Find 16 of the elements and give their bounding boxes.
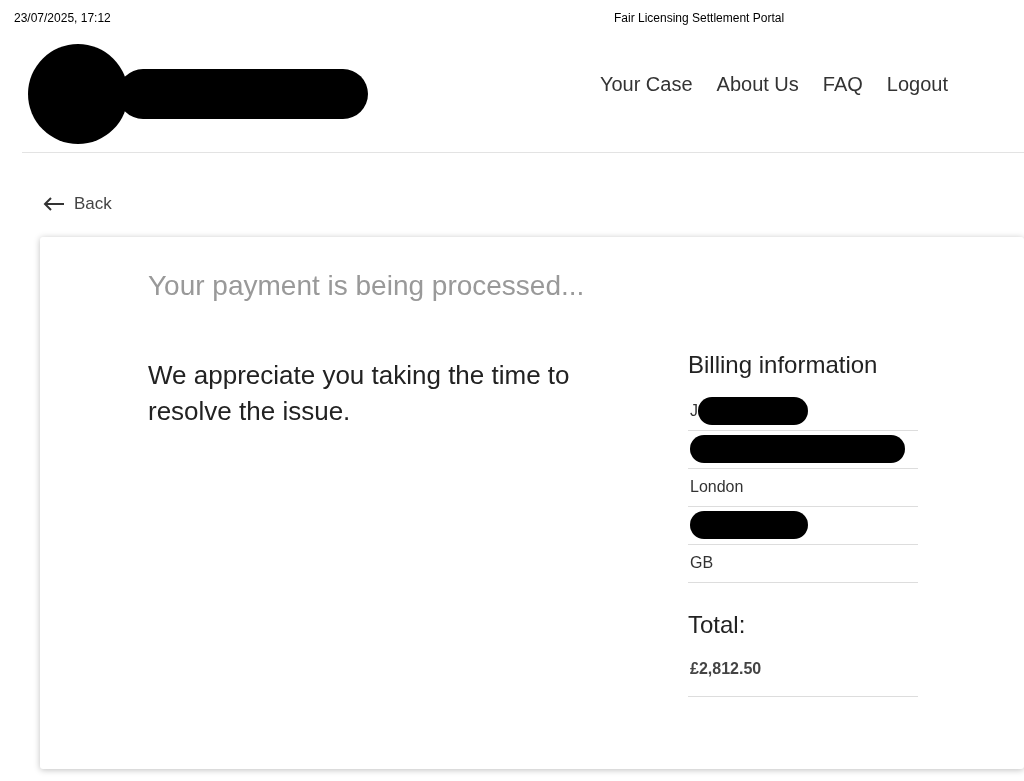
status-heading: Your payment is being processed... <box>148 268 586 303</box>
page-title: Fair Licensing Settlement Portal <box>614 10 785 27</box>
nav-link[interactable]: Logout <box>886 69 948 99</box>
billing-line: GB <box>690 553 714 573</box>
nav-link[interactable]: Your Case <box>599 69 693 99</box>
billing-line: London <box>690 477 744 497</box>
total-label: Total: <box>688 609 747 640</box>
billing-heading: Billing information <box>688 349 879 380</box>
back-button[interactable]: Back <box>42 191 112 217</box>
thank-you-message: We appreciate you taking the time to resolve the issue. <box>148 358 571 428</box>
print-date: 23/07/2025, 17:12 <box>14 10 112 27</box>
arrow-left-icon <box>42 195 66 212</box>
billing-line: J <box>690 401 698 421</box>
total-amount: £2,812.50 <box>690 659 762 679</box>
nav-link[interactable]: FAQ <box>822 69 863 99</box>
nav-link[interactable]: About Us <box>716 69 799 99</box>
